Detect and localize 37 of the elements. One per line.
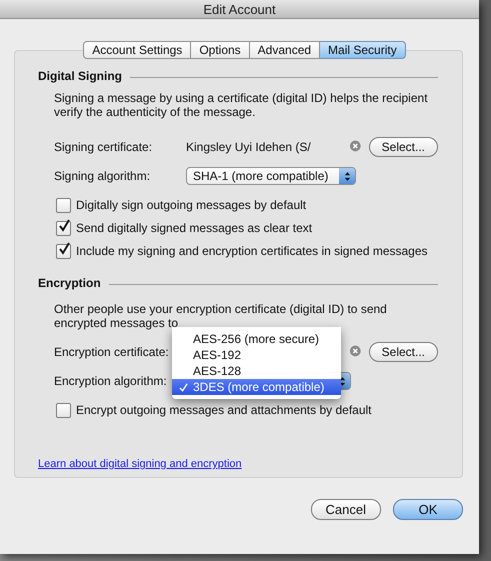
- menu-item[interactable]: AES-192: [172, 347, 341, 363]
- checkbox[interactable]: [56, 198, 71, 212]
- checkbox-label: Encrypt outgoing messages and attachments by default: [76, 403, 372, 417]
- section-description: Signing a message by using a certificate (digital ID) helps the recipient verify the authenticity of the message.: [54, 91, 429, 119]
- select-button[interactable]: Select...: [368, 342, 438, 362]
- checkmark-icon: [179, 383, 188, 392]
- tab[interactable]: Advanced: [250, 41, 320, 59]
- checkbox[interactable]: [56, 220, 71, 236]
- window-title: Edit Account: [203, 2, 276, 16]
- clear-icon[interactable]: [350, 140, 361, 152]
- menu-item[interactable]: 3DES (more compatible): [172, 379, 341, 395]
- signing-algorithm-dropdown[interactable]: SHA-1 (more compatible): [186, 167, 356, 185]
- cancel-button[interactable]: Cancel: [310, 499, 381, 520]
- clear-icon[interactable]: [350, 345, 361, 357]
- field-label: Signing algorithm:: [54, 169, 152, 183]
- ok-button[interactable]: OK: [393, 499, 463, 520]
- section-heading: Digital Signing: [38, 69, 122, 83]
- select-button[interactable]: Select...: [368, 137, 438, 157]
- menu-item[interactable]: AES-128: [172, 363, 341, 379]
- checkbox-label: Digitally sign outgoing messages by default: [76, 198, 306, 212]
- field-label: Encryption algorithm:: [54, 374, 168, 388]
- checkbox-label: Send digitally signed messages as clear text: [76, 221, 312, 235]
- tab[interactable]: Options: [191, 41, 250, 59]
- field-label: Signing certificate:: [54, 140, 154, 154]
- stepper-arrows-icon: [338, 376, 346, 386]
- checkbox[interactable]: [56, 402, 71, 418]
- tab[interactable]: Account Settings: [83, 41, 192, 59]
- field-label: Encryption certificate:: [54, 345, 170, 359]
- tab[interactable]: Mail Security: [320, 41, 406, 59]
- stepper-arrows-icon: [344, 170, 350, 182]
- certificate-name: Kingsley Uyi Idehen (S/: [186, 140, 312, 154]
- help-link[interactable]: Learn about digital signing and encryption: [38, 458, 242, 470]
- menu-item[interactable]: AES-256 (more secure): [172, 331, 341, 347]
- section-heading: Encryption: [38, 276, 101, 290]
- checkbox[interactable]: [56, 244, 71, 258]
- section-description: Other people use your encryption certificate (digital ID) to send encrypted messages to: [54, 302, 388, 330]
- checkbox-label: Include my signing and encryption certificates in signed messages: [76, 244, 428, 258]
